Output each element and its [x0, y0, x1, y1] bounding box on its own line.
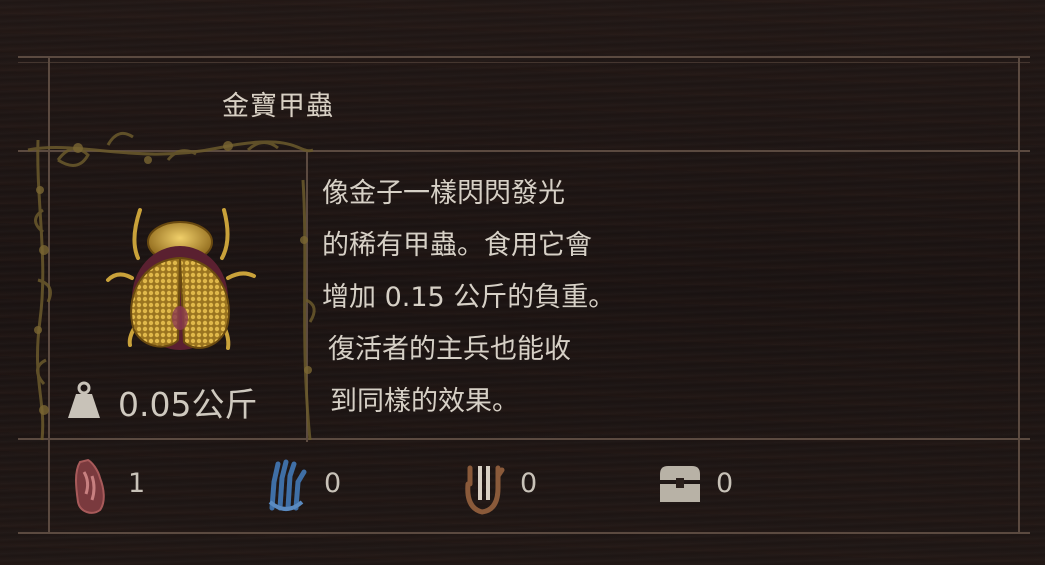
description-line: 像金子一樣閃閃發光: [322, 178, 565, 209]
weight-icon: [68, 381, 100, 418]
description-line: 到同樣的效果。: [330, 386, 519, 417]
stat-value: 1: [128, 468, 146, 499]
description-line: 的稀有甲蟲。食用它會: [322, 230, 592, 261]
item-weight: 0.05公斤: [118, 385, 258, 424]
chest-icon: [660, 466, 700, 502]
item-name: 金寶甲蟲: [222, 91, 334, 122]
frame-right-line: [1018, 56, 1020, 534]
item-description: 像金子一樣閃閃發光 的稀有甲蟲。食用它會 增加 0.15 公斤的負重。 復活者的…: [322, 168, 615, 428]
blue-hand-icon: [268, 459, 307, 511]
description-line: 增加 0.15 公斤的負重。: [322, 282, 616, 313]
frame-bottom-line: [18, 532, 1030, 534]
description-line: 復活者的主兵也能收: [328, 334, 571, 365]
red-hand-icon: [75, 458, 105, 514]
frame-top-line: [18, 56, 1030, 58]
frame-top-inner-line: [18, 62, 1030, 63]
stat-value: 0: [520, 468, 538, 499]
stat-value: 0: [324, 468, 342, 499]
golden-beetle-icon: [106, 208, 256, 350]
brown-hand-icon: [465, 465, 505, 515]
stat-value: 0: [716, 468, 734, 499]
